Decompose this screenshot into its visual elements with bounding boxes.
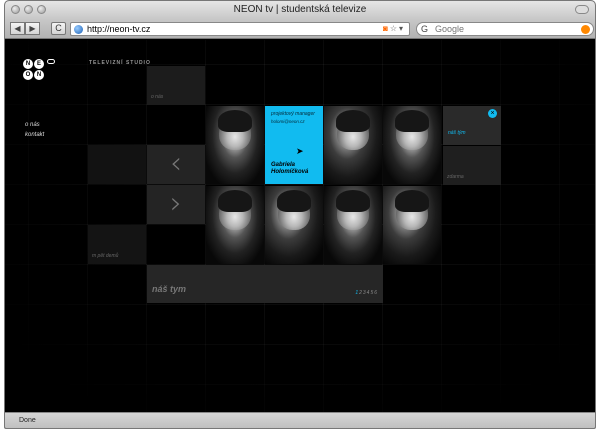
team-panel[interactable]: náš tým ×: [443, 106, 501, 145]
team-photo-2[interactable]: [324, 106, 382, 184]
browser-toolbar: ◀ ▶ C http://neon-tv.cz ◙☆▾ G: [5, 19, 595, 39]
bookmark-star-icon[interactable]: ☆: [390, 24, 399, 33]
profile-card[interactable]: projektový manager holomi@neon.cz ➤ Gabr…: [265, 106, 323, 184]
profile-email[interactable]: holomi@neon.cz: [271, 119, 317, 124]
cell-about[interactable]: o nás: [147, 66, 205, 105]
cell-partners-label: zdarma: [447, 174, 464, 180]
history-dropdown-icon[interactable]: ▾: [399, 24, 405, 33]
address-bar[interactable]: http://neon-tv.cz ◙☆▾: [70, 22, 410, 36]
profile-name: Gabriela Holomíčková: [271, 162, 309, 175]
cell-student-tv-label: m pět demů: [92, 253, 119, 259]
browser-window: NEON tv | studentská televize ◀ ▶ C http…: [4, 0, 596, 429]
page-link-6[interactable]: 6: [374, 290, 377, 296]
next-arrow-button[interactable]: ›: [147, 185, 205, 224]
url-text[interactable]: http://neon-tv.cz: [87, 24, 150, 35]
globe-icon: [74, 25, 83, 34]
cell-partners[interactable]: zdarma: [443, 146, 501, 185]
page-link-4[interactable]: 4: [367, 290, 370, 296]
logo-letter-n2: N: [34, 70, 44, 80]
reload-button[interactable]: C: [51, 22, 66, 35]
search-input[interactable]: [435, 24, 575, 34]
page-link-1[interactable]: 1: [355, 290, 358, 296]
prev-arrow-button[interactable]: ‹: [147, 145, 205, 184]
search-go-icon[interactable]: [581, 25, 590, 34]
logo-letter-e: E: [34, 59, 44, 69]
cell-about-label: o nás: [151, 94, 164, 100]
minimize-window-button[interactable]: [24, 5, 33, 14]
zoom-window-button[interactable]: [37, 5, 46, 14]
team-photo-6[interactable]: [324, 186, 382, 264]
close-window-button[interactable]: [11, 5, 20, 14]
cell-student-tv[interactable]: m pět demů: [88, 225, 146, 264]
window-controls: [11, 5, 46, 14]
nav-item-contact[interactable]: kontakt: [25, 130, 44, 140]
status-text: Done: [19, 417, 36, 424]
team-photo-5[interactable]: [265, 186, 323, 264]
team-photo-3[interactable]: [383, 106, 441, 184]
toolbar-toggle-button[interactable]: [575, 5, 589, 14]
team-photo-4[interactable]: [206, 186, 264, 264]
page-link-5[interactable]: 5: [370, 290, 373, 296]
logo-pill-icon: [47, 59, 55, 64]
url-icons: ◙☆▾: [383, 23, 405, 35]
team-photo-1[interactable]: [206, 106, 264, 184]
status-bar: Done: [5, 412, 595, 428]
team-title: náš tym: [152, 284, 187, 294]
search-engine-icon[interactable]: G: [421, 23, 428, 35]
pager: 1 2 3 4 5 6: [355, 290, 377, 296]
page-link-3[interactable]: 3: [363, 290, 366, 296]
close-icon[interactable]: ×: [488, 109, 497, 118]
logo-letter-o: O: [23, 70, 33, 80]
team-panel-label: náš tým: [448, 130, 466, 136]
side-nav: o nás kontakt: [25, 120, 44, 140]
profile-role: projektový manager: [271, 111, 315, 117]
chevron-right-icon: ›: [170, 186, 182, 221]
mouse-cursor-icon: ➤: [296, 146, 304, 156]
back-button[interactable]: ◀: [10, 22, 25, 35]
chevron-left-icon: ‹: [170, 146, 182, 181]
window-title: NEON tv | studentská televize: [233, 4, 367, 15]
search-box[interactable]: G: [416, 22, 594, 36]
logo-letter-n1: N: [23, 59, 33, 69]
page-content: N E O N TELEVIZNÍ STUDIO o nás kontakt o…: [5, 40, 595, 412]
nav-buttons: ◀ ▶: [10, 22, 40, 35]
title-bar: NEON tv | studentská televize: [5, 1, 595, 19]
studio-label: TELEVIZNÍ STUDIO: [89, 60, 151, 66]
team-bar: náš tym 1 2 3 4 5 6: [147, 265, 383, 303]
rss-icon[interactable]: ◙: [383, 24, 390, 33]
nav-item-about[interactable]: o nás: [25, 120, 44, 130]
neon-logo[interactable]: N E O N: [23, 59, 55, 89]
empty-cell: [88, 145, 146, 184]
page-link-2[interactable]: 2: [359, 290, 362, 296]
forward-button[interactable]: ▶: [25, 22, 40, 35]
team-photo-7[interactable]: [383, 186, 441, 264]
